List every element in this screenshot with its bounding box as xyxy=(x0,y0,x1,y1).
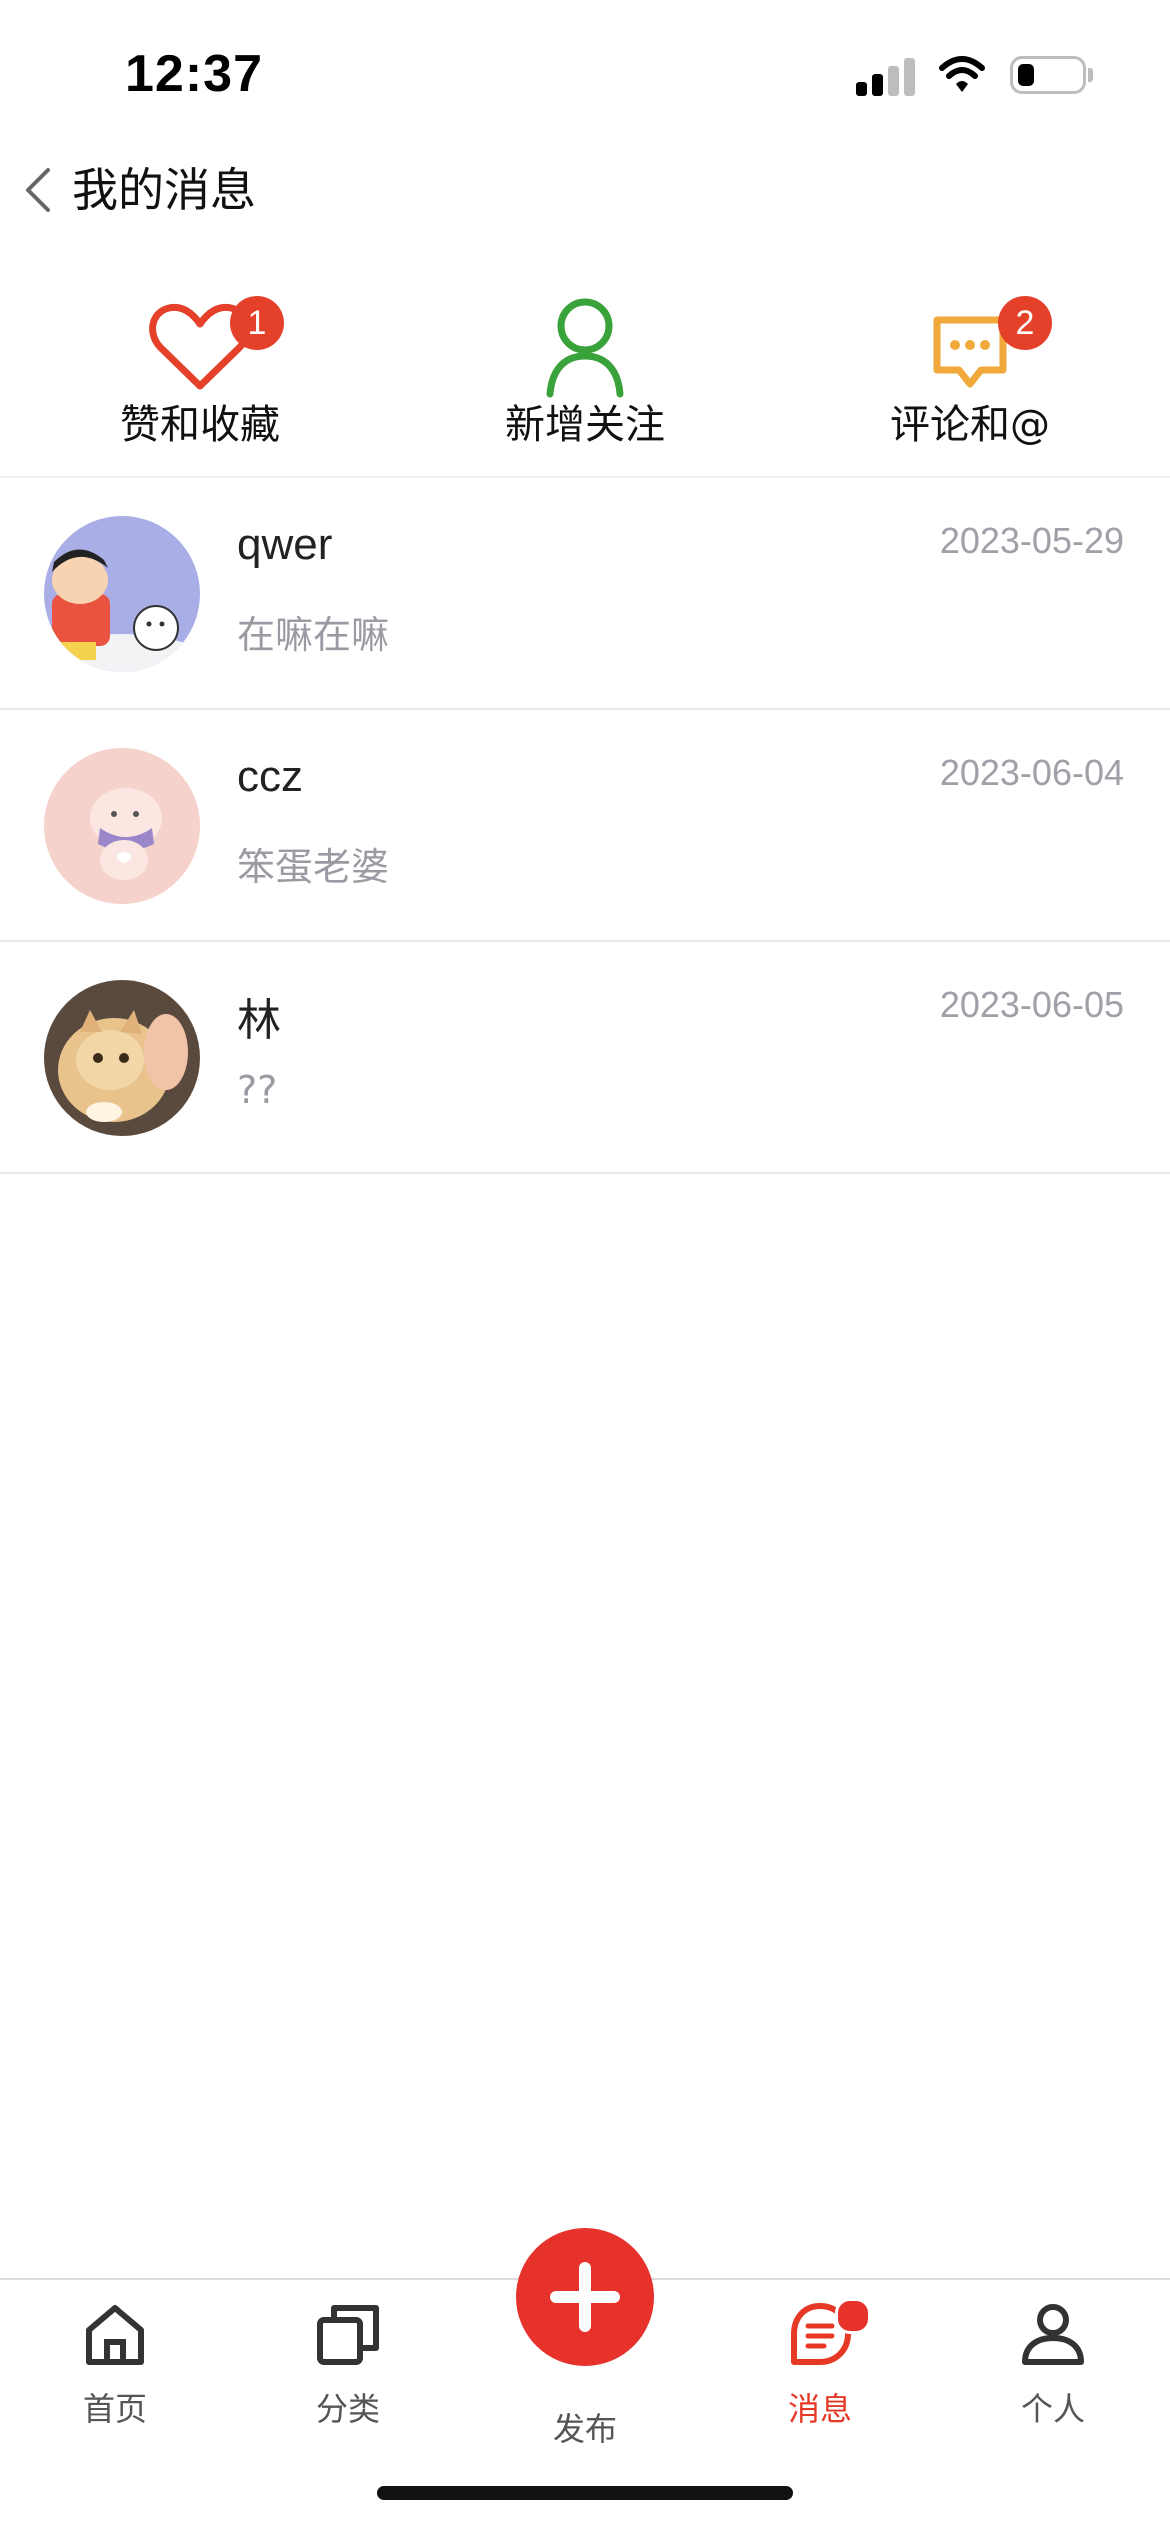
category-new-followers[interactable]: 新增关注 xyxy=(435,270,735,470)
nav-bar: 我的消息 xyxy=(0,140,1170,240)
home-icon xyxy=(86,2305,144,2365)
home-indicator[interactable] xyxy=(377,2486,793,2500)
contact-name: 林 xyxy=(237,996,281,1045)
category-comments-mentions[interactable]: 2 评论和@ xyxy=(820,270,1120,470)
cellular-signal-icon xyxy=(856,58,916,96)
tab-messages[interactable]: 消息 xyxy=(735,2298,905,2440)
profile-icon xyxy=(1022,2304,1084,2365)
unread-dot xyxy=(835,2298,871,2334)
message-date: 2023-05-29 xyxy=(939,520,1124,561)
notification-categories: 1 赞和收藏 新增关注 2 评论和@ xyxy=(0,270,1170,476)
wifi-icon xyxy=(939,56,985,92)
message-row[interactable]: 林 ?? 2023-06-05 xyxy=(0,942,1170,1174)
user-icon xyxy=(546,298,624,398)
tab-publish[interactable]: 发布 xyxy=(500,2300,670,2448)
tab-label: 个人 xyxy=(1020,2390,1085,2428)
status-bar: 12:37 xyxy=(0,0,1170,150)
message-date: 2023-06-04 xyxy=(939,752,1124,793)
tab-label: 分类 xyxy=(315,2390,380,2428)
avatar[interactable] xyxy=(44,516,200,672)
category-label: 赞和收藏 xyxy=(120,402,280,448)
avatar[interactable] xyxy=(44,748,200,904)
category-label: 新增关注 xyxy=(505,402,665,448)
battery-icon xyxy=(1010,56,1086,94)
comments-badge: 2 xyxy=(998,296,1052,350)
avatar[interactable] xyxy=(44,980,200,1136)
back-chevron-icon[interactable] xyxy=(14,158,64,222)
tab-label: 消息 xyxy=(787,2390,852,2428)
battery-nub xyxy=(1088,68,1093,82)
tab-home[interactable]: 首页 xyxy=(30,2300,200,2440)
likes-badge: 1 xyxy=(230,296,284,350)
tab-category[interactable]: 分类 xyxy=(263,2300,433,2440)
message-row[interactable]: ccz 笨蛋老婆 2023-06-04 xyxy=(0,710,1170,942)
tab-label: 发布 xyxy=(552,2410,617,2448)
tab-profile[interactable]: 个人 xyxy=(968,2300,1138,2440)
status-time: 12:37 xyxy=(125,45,263,103)
category-icon xyxy=(317,2305,379,2365)
message-date: 2023-06-05 xyxy=(939,984,1124,1025)
category-label: 评论和@ xyxy=(890,402,1050,448)
contact-name: ccz xyxy=(237,752,303,801)
contact-name: qwer xyxy=(237,520,333,569)
message-preview: 笨蛋老婆 xyxy=(237,845,390,889)
message-list: qwer 在嘛在嘛 2023-05-29 ccz 笨蛋老婆 2023-06-04 xyxy=(0,478,1170,1174)
message-preview: ?? xyxy=(237,1068,278,1112)
category-likes-favorites[interactable]: 1 赞和收藏 xyxy=(50,270,350,470)
message-row[interactable]: qwer 在嘛在嘛 2023-05-29 xyxy=(0,478,1170,710)
tab-label: 首页 xyxy=(82,2390,147,2428)
message-preview: 在嘛在嘛 xyxy=(237,613,390,657)
page-title: 我的消息 xyxy=(72,163,256,217)
